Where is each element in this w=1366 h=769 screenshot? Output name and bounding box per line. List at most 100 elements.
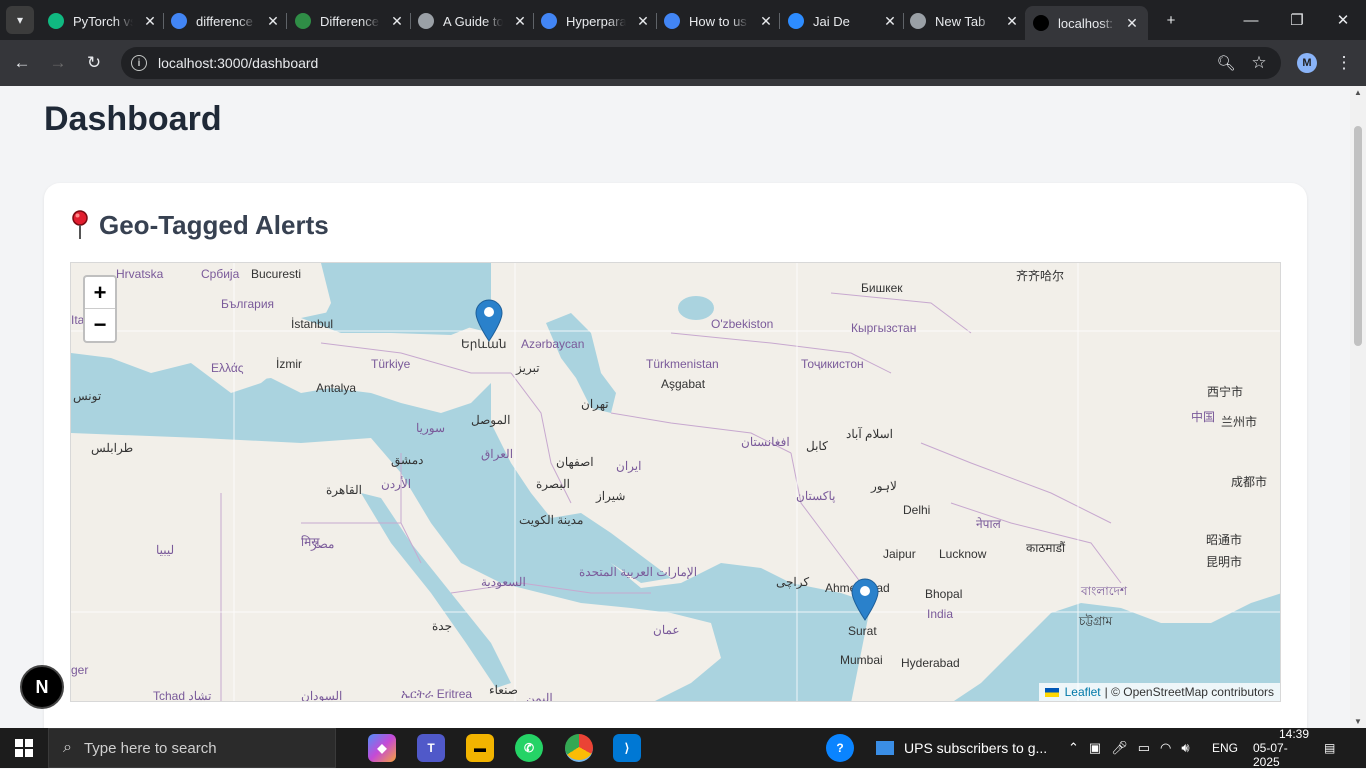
map-label: تهران (581, 397, 609, 411)
address-bar[interactable]: i localhost:3000/dashboard (121, 47, 1281, 79)
tab-title: Jai De (813, 13, 850, 29)
tab-separator (903, 13, 904, 29)
map-marker[interactable] (474, 298, 504, 342)
close-tab-icon[interactable]: ✕ (389, 13, 405, 30)
site-info-icon[interactable]: i (131, 55, 147, 71)
clock[interactable]: 14:39 05-07-2025 (1253, 727, 1309, 769)
map-label: ایران (616, 459, 642, 473)
wifi-icon[interactable]: ◠ (1160, 740, 1171, 756)
map-label: تونس (73, 389, 102, 403)
chrome-icon (910, 13, 926, 29)
map-marker[interactable] (850, 577, 880, 621)
restore-button[interactable]: ❐ (1274, 0, 1320, 40)
file-explorer-icon[interactable]: ▬ (466, 734, 494, 762)
browser-tab[interactable]: Jai De ✕ (788, 6, 898, 36)
browser-tab[interactable]: localhost: ✕ (1025, 6, 1148, 40)
mic-icon[interactable]: 🎤︎ (1111, 740, 1128, 756)
map-label: اسلام آباد (846, 427, 893, 441)
map-label: ኤርትራ Eritrea (401, 687, 473, 701)
zoom-icon[interactable]: 🔍︎ (1211, 48, 1241, 78)
vscode-icon[interactable]: ⟩ (613, 734, 641, 762)
forward-button[interactable]: → (43, 48, 73, 78)
page-content: Dashboard Geo-Tagged Alerts Hrvatska Срб… (0, 86, 1350, 728)
news-widget[interactable]: UPS subscribers to g... (876, 728, 1047, 768)
minimize-button[interactable]: — (1228, 0, 1274, 40)
map-label: السعودية (481, 575, 526, 589)
teams-icon[interactable]: T (417, 734, 445, 762)
tab-search-button[interactable]: ▾ (6, 6, 34, 34)
page-scrollbar[interactable]: ▲ ▼ (1350, 86, 1366, 728)
close-tab-icon[interactable]: ✕ (142, 13, 158, 30)
copilot-icon[interactable]: ◆ (368, 734, 396, 762)
close-tab-icon[interactable]: ✕ (635, 13, 651, 30)
nextjs-dev-button[interactable]: N (20, 665, 64, 709)
close-tab-icon[interactable]: ✕ (512, 13, 528, 30)
map-label: 昆明市 (1206, 555, 1243, 569)
profile-avatar[interactable]: M (1297, 53, 1317, 73)
close-tab-icon[interactable]: ✕ (882, 13, 898, 30)
map-label: القاهرة (326, 483, 362, 497)
tab-title: localhost: (1058, 15, 1113, 31)
close-window-button[interactable]: ✕ (1320, 0, 1366, 40)
close-tab-icon[interactable]: ✕ (758, 13, 774, 30)
tab-title: How to us (689, 13, 747, 29)
map-label: الموصل (471, 413, 511, 427)
map-label: България (221, 297, 275, 311)
volume-icon[interactable]: 🔊︎ (1181, 740, 1189, 756)
map-label: صنعاء (489, 683, 518, 697)
browser-tab[interactable]: difference ✕ (171, 6, 281, 36)
leaflet-link[interactable]: Leaflet (1065, 685, 1101, 699)
map-label: 兰州市 (1221, 415, 1258, 429)
bookmark-star-icon[interactable]: ☆ (1244, 48, 1274, 78)
map-label: Türkiye (371, 357, 411, 371)
back-button[interactable]: ← (7, 48, 37, 78)
plus-icon: + (1166, 11, 1176, 29)
browser-tab[interactable]: A Guide to ✕ (418, 6, 528, 36)
tab-separator (410, 13, 411, 29)
map-container[interactable]: Hrvatska Србија Bucuresti България İstanbul I… (70, 262, 1281, 702)
scroll-down-icon[interactable]: ▼ (1354, 717, 1362, 726)
start-button[interactable] (0, 728, 48, 768)
map-label: नेपाल (976, 517, 1001, 531)
reload-icon: ↻ (86, 53, 102, 72)
map-label: Jaipur (883, 547, 916, 561)
map-label: افغانستان (741, 435, 790, 449)
zoom-in-button[interactable]: + (85, 277, 115, 309)
scroll-up-icon[interactable]: ▲ (1354, 88, 1362, 97)
menu-kebab-icon[interactable]: ⋮ (1329, 48, 1359, 78)
map-label: বাংলাদেশ (1081, 584, 1127, 598)
close-tab-icon[interactable]: ✕ (1004, 13, 1020, 30)
browser-tab[interactable]: How to us ✕ (664, 6, 774, 36)
system-tray: ⌃ ▣ 🎤︎ ▭ ◠ 🔊︎ (1068, 728, 1190, 768)
reload-button[interactable]: ↻ (79, 48, 109, 78)
map-label: Surat (848, 624, 877, 638)
browser-tab[interactable]: PyTorch vs ✕ (48, 6, 158, 36)
language-indicator[interactable]: ENG (1212, 728, 1238, 768)
windows-taskbar: ⌕ Type here to search ◆ T ▬ ✆ ⟩ ? UPS su… (0, 727, 1366, 769)
map-label: دمشق (391, 453, 424, 467)
close-tab-icon[interactable]: ✕ (265, 13, 281, 30)
map-label: India (927, 607, 954, 621)
chrome-taskbar-icon[interactable] (565, 734, 593, 762)
chevron-up-icon[interactable]: ⌃ (1068, 740, 1079, 756)
close-tab-icon[interactable]: ✕ (1124, 15, 1140, 32)
browser-tab[interactable]: Difference ✕ (295, 6, 405, 36)
taskbar-search[interactable]: ⌕ Type here to search (48, 728, 336, 768)
map-label: Hrvatska (116, 267, 164, 281)
zoom-out-button[interactable]: − (85, 309, 115, 341)
browser-tab[interactable]: Hyperparam ✕ (541, 6, 651, 36)
help-icon[interactable]: ? (826, 734, 854, 762)
pytorch-icon (48, 13, 64, 29)
map-label: کابل (806, 439, 828, 453)
map-label: Србија (201, 267, 240, 281)
scrollbar-thumb[interactable] (1354, 126, 1362, 346)
battery-icon[interactable]: ▭ (1138, 740, 1150, 756)
notifications-icon[interactable]: ▤ (1324, 728, 1335, 768)
new-tab-button[interactable]: + (1148, 0, 1194, 40)
browser-tab[interactable]: New Tab ✕ (910, 6, 1020, 36)
search-placeholder: Type here to search (83, 739, 217, 757)
whatsapp-icon[interactable]: ✆ (515, 734, 543, 762)
map-label: اصفهان (556, 455, 594, 469)
map-label: Кыргызстан (851, 321, 917, 335)
meet-now-icon[interactable]: ▣ (1089, 740, 1101, 756)
